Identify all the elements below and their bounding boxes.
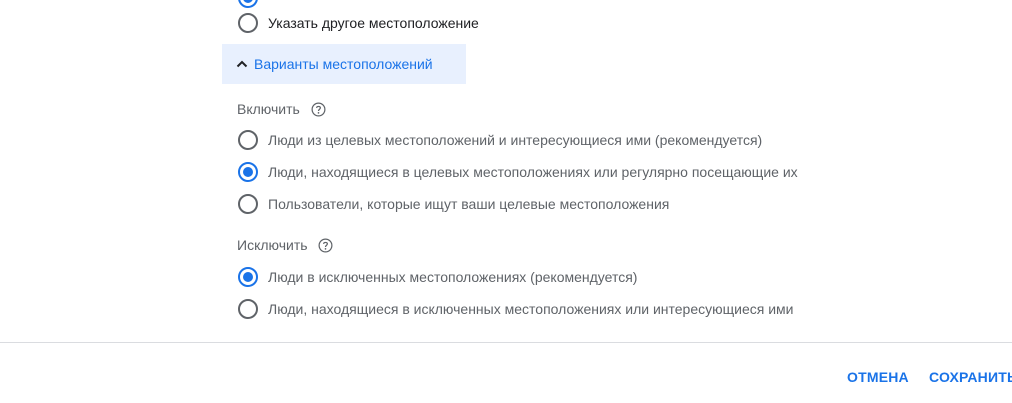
footer-divider [0, 342, 1012, 343]
exclude-option-label: Люди в исключенных местоположениях (реко… [268, 269, 638, 285]
chevron-up-icon [236, 60, 248, 68]
radio-include-searching[interactable] [238, 194, 258, 214]
radio-exclude-interested[interactable] [238, 299, 258, 319]
help-icon[interactable] [318, 238, 333, 253]
location-options-label: Варианты местоположений [254, 56, 433, 72]
include-option-label: Люди из целевых местоположений и интерес… [268, 132, 763, 148]
include-option-label: Люди, находящиеся в целевых местоположен… [268, 164, 798, 180]
exclude-section-title: Исключить [237, 237, 308, 253]
radio-include-present[interactable] [238, 162, 258, 182]
radio-exclude-in-excluded[interactable] [238, 267, 258, 287]
radio-other-location[interactable] [238, 13, 258, 33]
save-button[interactable]: СОХРАНИТЬ [929, 366, 1012, 388]
exclude-option-label: Люди, находящиеся в исключенных местопол… [268, 301, 794, 317]
other-location-label: Указать другое местоположение [268, 15, 479, 31]
location-options-toggle[interactable]: Варианты местоположений [222, 44, 466, 84]
cancel-button[interactable]: ОТМЕНА [847, 366, 909, 388]
include-section-title: Включить [237, 101, 300, 117]
location-settings-page: Указать другое местоположение Варианты м… [0, 0, 1012, 403]
include-option-label: Пользователи, которые ищут ваши целевые … [268, 196, 670, 212]
help-icon[interactable] [311, 102, 326, 117]
radio-location-partial[interactable] [238, 0, 258, 8]
radio-include-interested[interactable] [238, 130, 258, 150]
